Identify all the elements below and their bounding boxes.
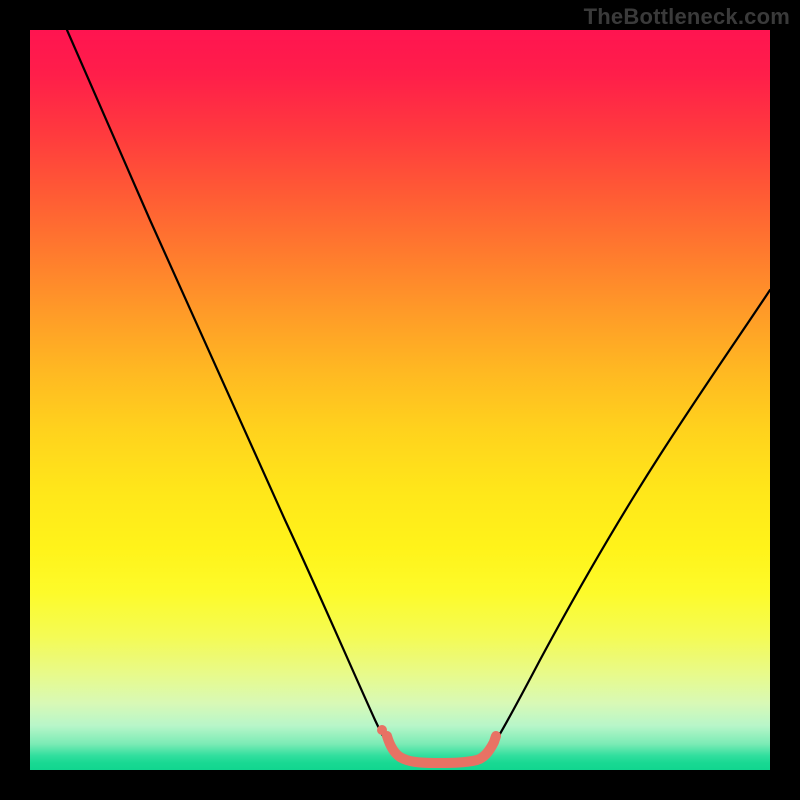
chart-frame: TheBottleneck.com [0,0,800,800]
watermark-text: TheBottleneck.com [584,4,790,30]
salmon-dot [377,725,387,735]
curve-layer [30,30,770,770]
salmon-overlay [387,736,496,763]
black-curve [67,30,770,763]
plot-area [30,30,770,770]
